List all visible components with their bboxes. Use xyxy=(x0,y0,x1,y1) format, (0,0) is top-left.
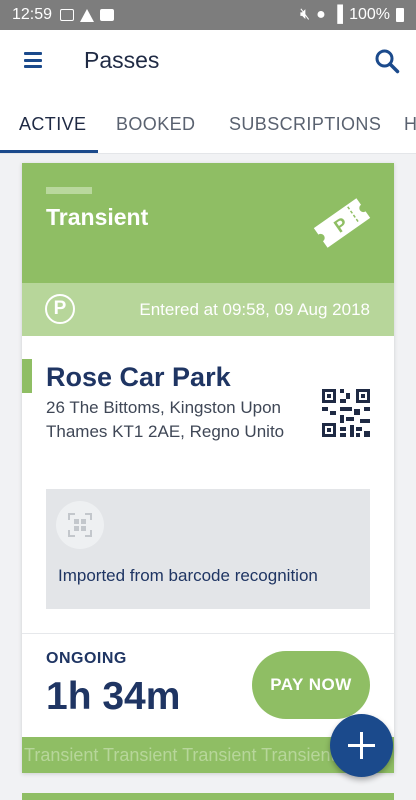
parking-circle-icon: P xyxy=(45,294,75,324)
location-icon: ● xyxy=(316,6,326,23)
tab-booked[interactable]: BOOKED xyxy=(116,92,195,153)
warning-notification-icon xyxy=(80,8,95,22)
status-label: ONGOING xyxy=(46,650,127,667)
entered-bar: P Entered at 09:58, 09 Aug 2018 xyxy=(22,283,394,336)
active-tab-indicator xyxy=(0,150,98,153)
pay-now-button[interactable]: PAY NOW xyxy=(252,651,370,719)
app-bar: Passes xyxy=(0,30,416,92)
hamburger-menu-icon[interactable] xyxy=(24,52,42,68)
pass-card-header: Transient P xyxy=(22,163,394,283)
status-bar: 12:59 🔇︎ ● ▐ 100% xyxy=(0,0,416,30)
pass-type: Transient xyxy=(46,204,149,230)
header-dash xyxy=(46,187,92,194)
mute-icon: 🔇︎ xyxy=(299,6,311,23)
duration-value: 1h 34m xyxy=(46,675,181,718)
location-address: 26 The Bittoms, Kingston Upon Thames KT1… xyxy=(46,398,285,441)
add-pass-button[interactable] xyxy=(330,714,393,777)
entered-time: Entered at 09:58, 09 Aug 2018 xyxy=(139,300,370,319)
tab-history[interactable]: H xyxy=(404,92,416,153)
status-time: 12:59 xyxy=(12,6,53,23)
battery-icon xyxy=(396,8,404,22)
barcode-scan-icon xyxy=(56,501,104,549)
location-accent-bar xyxy=(22,359,32,393)
signal-icon: ▐ xyxy=(331,6,344,23)
import-note: Imported from barcode recognition xyxy=(58,566,318,585)
location-name: Rose Car Park xyxy=(46,362,231,392)
page-title: Passes xyxy=(84,47,160,73)
battery-percent: 100% xyxy=(349,6,390,23)
card-divider xyxy=(22,633,394,634)
app-notification-icon xyxy=(100,9,115,21)
pass-card[interactable]: Transient P P Entered at 09:58, 09 Aug 2… xyxy=(22,163,394,773)
import-info-box: Imported from barcode recognition xyxy=(46,489,370,609)
gallery-notification-icon xyxy=(60,9,75,21)
search-icon[interactable] xyxy=(374,48,400,74)
tab-bar: ACTIVE BOOKED SUBSCRIPTIONS H xyxy=(0,92,416,154)
tab-subscriptions[interactable]: SUBSCRIPTIONS xyxy=(229,92,381,153)
tab-active[interactable]: ACTIVE xyxy=(19,92,86,153)
parking-ticket-icon: P xyxy=(313,198,371,248)
qr-code-icon[interactable] xyxy=(322,389,370,437)
next-pass-card[interactable] xyxy=(22,793,394,800)
